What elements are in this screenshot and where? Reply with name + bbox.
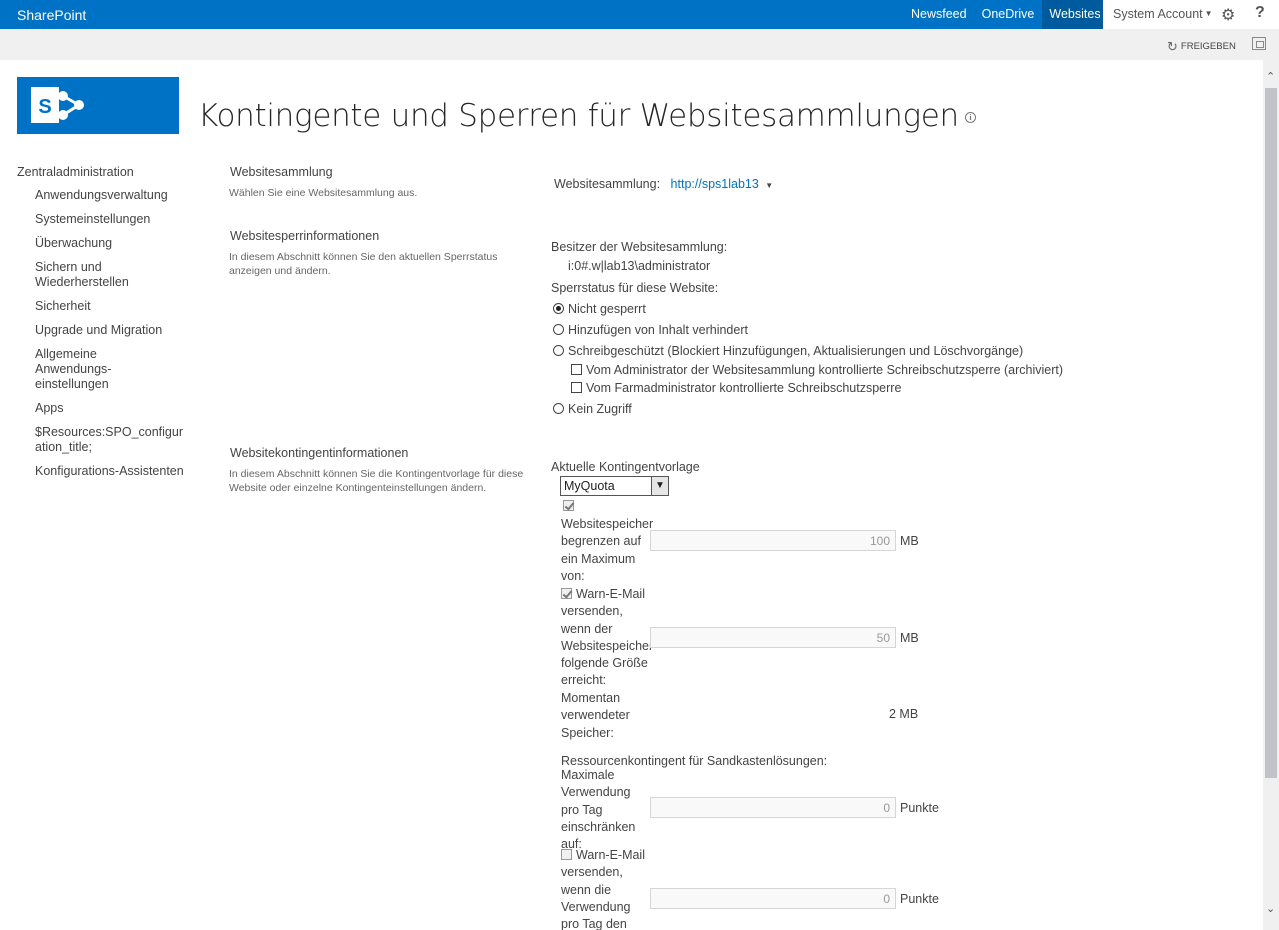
- websites-link[interactable]: Websites: [1042, 0, 1109, 29]
- nav-item-application-management[interactable]: Anwendungsverwaltung: [35, 188, 197, 203]
- checkbox-read-only-farm[interactable]: Vom Farmadministrator kontrollierte Schr…: [571, 381, 901, 395]
- warn-storage-unit: MB: [900, 631, 919, 645]
- info-icon[interactable]: i: [964, 112, 976, 123]
- brand-link[interactable]: SharePoint: [17, 7, 86, 23]
- sandbox-max-input[interactable]: 0: [650, 797, 896, 818]
- nav-item-security[interactable]: Sicherheit: [35, 299, 197, 314]
- radio-read-only[interactable]: Schreibgeschützt (Blockiert Hinzufügunge…: [553, 344, 1023, 358]
- scrollbar-thumb[interactable]: [1265, 88, 1277, 778]
- limit-storage-input[interactable]: 100: [650, 530, 896, 551]
- radio-read-only-label: Schreibgeschützt (Blockiert Hinzufügunge…: [568, 344, 1024, 358]
- help-icon[interactable]: ?: [1255, 4, 1265, 22]
- nav-item-apps[interactable]: Apps: [35, 401, 197, 416]
- limit-storage-label: Websitespeicher begrenzen auf ein Maximu…: [561, 517, 654, 583]
- ribbon-bar: ↻ FREIGEBEN: [0, 29, 1279, 60]
- radio-no-additions[interactable]: Hinzufügen von Inhalt verhindert: [553, 323, 748, 337]
- suite-links: Newsfeed OneDrive Websites: [904, 0, 1109, 29]
- collection-section-desc: Wählen Sie eine Websitesammlung aus.: [229, 187, 418, 199]
- sharepoint-logo-icon: S: [31, 87, 84, 123]
- sandbox-warn-checkbox[interactable]: [561, 849, 572, 860]
- account-menu[interactable]: System Account ▼: [1113, 7, 1213, 21]
- radio-no-additions-label: Hinzufügen von Inhalt verhindert: [568, 323, 748, 337]
- quota-section-title: Websitekontingentinformationen: [230, 446, 409, 460]
- quota-template-value: MyQuota: [564, 479, 615, 493]
- share-icon: ↻: [1167, 39, 1178, 54]
- limit-storage-unit: MB: [900, 534, 919, 548]
- chevron-down-icon: ▼: [1204, 9, 1213, 18]
- checkbox-read-only-admin[interactable]: Vom Administrator der Websitesammlung ko…: [571, 363, 1063, 377]
- sandbox-max-unit: Punkte: [900, 801, 939, 815]
- radio-no-access[interactable]: Kein Zugriff: [553, 402, 632, 416]
- quota-template-select[interactable]: MyQuota ▼: [560, 476, 669, 496]
- collection-dropdown-icon[interactable]: ▼: [765, 181, 773, 190]
- collection-label: Websitesammlung:: [554, 177, 661, 191]
- used-storage-value: 2 MB: [889, 707, 919, 721]
- gear-icon[interactable]: ⚙: [1221, 5, 1235, 25]
- warn-storage-row: Warn-E-Mail versenden, wenn der Websites…: [561, 586, 653, 690]
- checkbox-read-only-farm-input[interactable]: [571, 382, 582, 393]
- nav-item-configuration-wizards[interactable]: Konfigurations-Assistenten: [35, 464, 197, 479]
- nav-item-spo-configuration[interactable]: $Resources:SPO_configuration_title;: [35, 425, 187, 455]
- checkbox-read-only-admin-input[interactable]: [571, 364, 582, 375]
- svg-text:S: S: [38, 96, 51, 118]
- owner-value: i:0#.w|lab13\administrator: [568, 259, 711, 273]
- nav-item-general-app-settings[interactable]: Allgemeine Anwendungs-einstellungen: [35, 347, 175, 392]
- sandbox-warn-row: Warn-E-Mail versenden, wenn die Verwendu…: [561, 847, 649, 930]
- nav-item-upgrade-migration[interactable]: Upgrade und Migration: [35, 323, 197, 338]
- collection-link[interactable]: http://sps1lab13: [671, 177, 759, 191]
- radio-not-locked[interactable]: Nicht gesperrt: [553, 302, 646, 316]
- share-button[interactable]: ↻ FREIGEBEN: [1167, 39, 1236, 55]
- warn-storage-checkbox[interactable]: [561, 588, 572, 599]
- sandbox-warn-input[interactable]: 0: [650, 888, 896, 909]
- collection-selector: Websitesammlung: http://sps1lab13 ▼: [554, 177, 773, 191]
- suite-right: System Account ▼ ⚙ ?: [1103, 0, 1279, 29]
- checkbox-read-only-admin-label: Vom Administrator der Websitesammlung ko…: [586, 363, 1064, 377]
- quota-template-label: Aktuelle Kontingentvorlage: [551, 460, 700, 474]
- suite-bar: SharePoint Newsfeed OneDrive Websites Sy…: [0, 0, 1279, 29]
- sandbox-label: Ressourcenkontingent für Sandkastenlösun…: [561, 754, 828, 768]
- radio-no-access-label: Kein Zugriff: [568, 402, 632, 416]
- quota-section-desc: In diesem Abschnitt können Sie die Konti…: [229, 468, 524, 494]
- nav-item-system-settings[interactable]: Systemeinstellungen: [35, 212, 197, 227]
- account-name: System Account: [1113, 7, 1203, 21]
- vertical-scrollbar[interactable]: ⌃ ⌄: [1263, 60, 1279, 930]
- page-title: Kontingente und Sperren für Websitesamml…: [198, 98, 976, 134]
- chevron-down-icon[interactable]: ▼: [651, 477, 668, 495]
- page-title-text: Kontingente und Sperren für Websitesamml…: [198, 98, 959, 134]
- warn-storage-input[interactable]: 50: [650, 627, 896, 648]
- lock-section-desc: In diesem Abschnitt können Sie den aktue…: [229, 251, 498, 277]
- nav-item-backup-restore[interactable]: Sichern und Wiederherstellen: [35, 260, 197, 290]
- radio-read-only-input[interactable]: [553, 345, 564, 356]
- radio-no-access-input[interactable]: [553, 403, 564, 414]
- nav-root-central-admin[interactable]: Zentraladministration: [17, 165, 197, 179]
- left-navigation: Zentraladministration Anwendungsverwaltu…: [17, 164, 197, 479]
- radio-no-additions-input[interactable]: [553, 324, 564, 335]
- sandbox-warn-label: Warn-E-Mail versenden, wenn die Verwendu…: [561, 848, 645, 930]
- radio-not-locked-input[interactable]: [553, 303, 564, 314]
- sharepoint-logo[interactable]: S: [17, 77, 179, 134]
- share-label: FREIGEBEN: [1180, 41, 1236, 52]
- scroll-down-icon[interactable]: ⌄: [1266, 902, 1275, 915]
- newsfeed-link[interactable]: Newsfeed: [904, 0, 975, 29]
- lock-status-label: Sperrstatus für diese Website:: [551, 281, 719, 295]
- sandbox-max-label: Maximale Verwendung pro Tag einschränken…: [561, 768, 636, 852]
- warn-storage-label: Warn-E-Mail versenden, wenn der Websites…: [561, 587, 654, 688]
- lock-section-title: Websitesperrinformationen: [230, 229, 380, 243]
- sandbox-warn-unit: Punkte: [900, 892, 939, 906]
- collection-section-title: Websitesammlung: [230, 165, 333, 179]
- owner-label: Besitzer der Websitesammlung:: [551, 240, 728, 254]
- onedrive-link[interactable]: OneDrive: [975, 0, 1043, 29]
- limit-storage-checkbox[interactable]: [563, 500, 574, 511]
- nav-item-monitoring[interactable]: Überwachung: [35, 236, 197, 251]
- focus-mode-icon[interactable]: [1252, 37, 1266, 50]
- used-storage-label: Momentan verwendeter Speicher:: [561, 691, 630, 740]
- radio-not-locked-label: Nicht gesperrt: [568, 302, 646, 316]
- checkbox-read-only-farm-label: Vom Farmadministrator kontrollierte Schr…: [586, 381, 902, 395]
- scroll-up-icon[interactable]: ⌃: [1266, 70, 1275, 83]
